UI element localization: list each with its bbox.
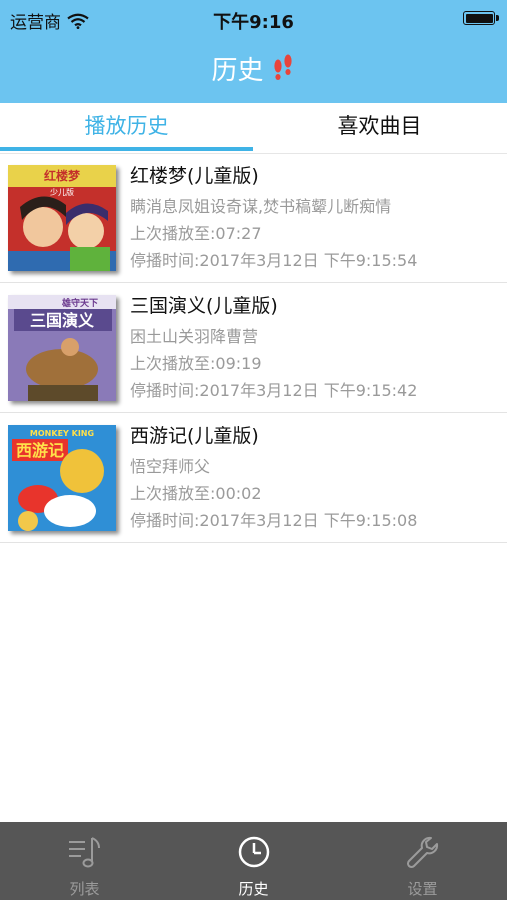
clock-icon (238, 836, 269, 868)
page-title: 历史 (211, 56, 264, 86)
tabbar-label: 设置 (407, 880, 438, 898)
cover-title-text: 西游记 (16, 441, 64, 460)
battery-fill (465, 13, 493, 23)
album-cover: 红楼梦 少儿版 (8, 165, 116, 271)
item-title: 三国演义(儿童版) (130, 295, 278, 317)
battery-icon (463, 11, 495, 25)
active-tab-indicator (0, 147, 253, 151)
item-chapter: 瞒消息凤姐设奇谋,焚书稿颦儿断痴情 (130, 197, 392, 216)
history-list: 红楼梦 少儿版 红楼梦(儿童版) 瞒消息凤姐设奇谋,焚书稿颦儿断痴情 上次播放至… (0, 153, 507, 543)
list-item[interactable]: 红楼梦 少儿版 红楼梦(儿童版) 瞒消息凤姐设奇谋,焚书稿颦儿断痴情 上次播放至… (0, 153, 507, 283)
status-time: 下午9:16 (213, 12, 294, 33)
tabbar-item-history[interactable]: 历史 (169, 822, 338, 900)
nav-title-group: 历史 (0, 50, 507, 87)
tab-play-history[interactable]: 播放历史 (0, 103, 253, 153)
tab-favorite-tracks[interactable]: 喜欢曲目 (253, 103, 506, 153)
bottom-tab-bar: 列表 历史 设置 (0, 822, 507, 900)
tabbar-item-list[interactable]: 列表 (0, 822, 169, 900)
item-title: 西游记(儿童版) (130, 425, 259, 447)
item-progress: 上次播放至:09:19 (130, 354, 262, 373)
list-item[interactable]: 雄守天下 三国演义 三国演义(儿童版) 困土山关羽降曹营 上次播放至:09:19… (0, 283, 507, 413)
battery-tip (496, 15, 499, 21)
navigation-header: 运营商 下午9:16 历史 (0, 0, 507, 103)
item-stop-time: 停播时间:2017年3月12日 下午9:15:42 (130, 381, 418, 400)
item-chapter: 悟空拜师父 (130, 457, 211, 476)
item-title: 红楼梦(儿童版) (130, 165, 259, 187)
item-progress: 上次播放至:07:27 (130, 224, 262, 243)
cover-title-text: 三国演义 (30, 311, 94, 330)
album-cover: 雄守天下 三国演义 (8, 295, 116, 401)
list-item[interactable]: MONKEY KING 西游记 西游记(儿童版) 悟空拜师父 上次播放至:00:… (0, 413, 507, 543)
tabbar-label: 列表 (69, 880, 100, 898)
item-stop-time: 停播时间:2017年3月12日 下午9:15:54 (130, 251, 418, 270)
cover-sub-text: 少儿版 (50, 187, 74, 197)
item-progress: 上次播放至:00:02 (130, 484, 262, 503)
item-chapter: 困土山关羽降曹营 (130, 327, 259, 346)
music-list-icon (68, 837, 100, 868)
album-cover: MONKEY KING 西游记 (8, 425, 116, 531)
footprints-icon (273, 54, 292, 80)
wrench-icon (406, 836, 438, 869)
cover-title-text: 红楼梦 (44, 168, 81, 183)
tabbar-label: 历史 (238, 880, 269, 898)
cover-sub-text: MONKEY KING (30, 429, 94, 438)
tabbar-item-settings[interactable]: 设置 (338, 822, 507, 900)
item-stop-time: 停播时间:2017年3月12日 下午9:15:08 (130, 511, 418, 530)
cover-sub-text: 雄守天下 (61, 297, 98, 309)
status-bar: 运营商 下午9:16 (0, 0, 507, 36)
